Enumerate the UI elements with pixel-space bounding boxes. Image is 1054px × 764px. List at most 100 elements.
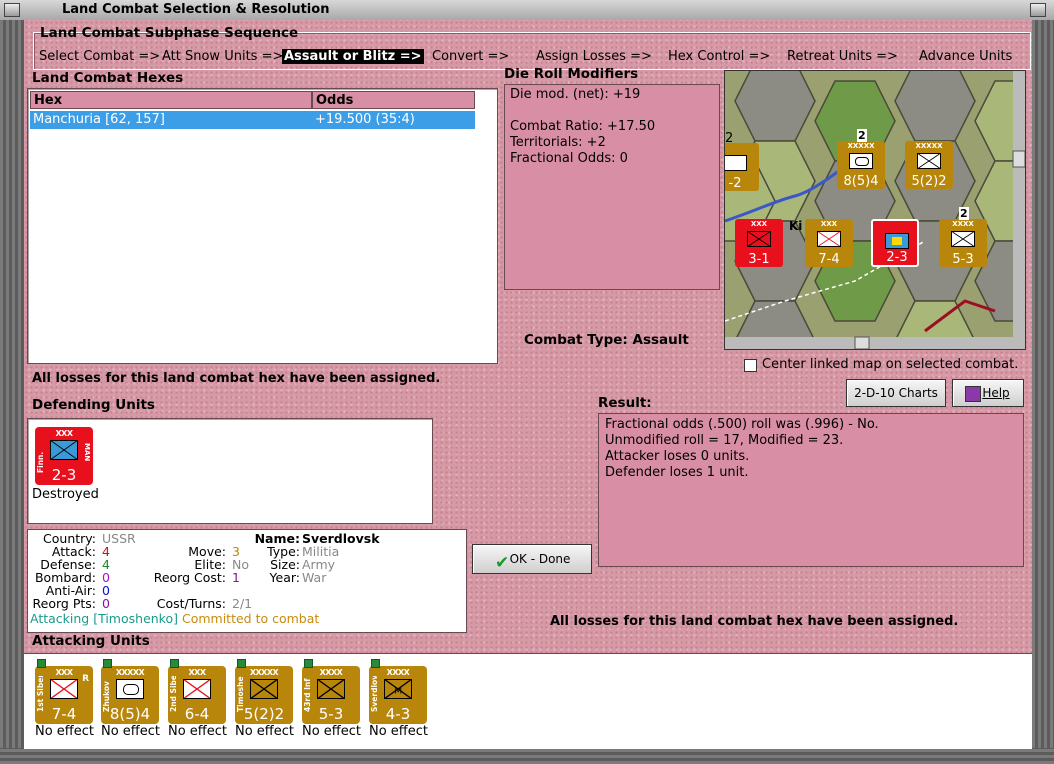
territorials: Territorials: +2 [510,135,606,150]
map-terrain [725,71,1025,349]
defending-unit-status: Destroyed [32,487,99,502]
map-unit-enemy[interactable]: XXX 3-1 [735,219,783,267]
unit-flag [237,659,246,668]
check-icon: ✔ [495,553,510,573]
ok-done-label: OK - Done [509,552,571,566]
armor-symbol [116,679,144,699]
die-roll-modifiers-title: Die Roll Modifiers [504,66,639,82]
close-button[interactable] [1030,3,1046,17]
map-unit-43rd-inf[interactable]: XXXX 5-3 [939,219,987,267]
window-frame-right [1032,20,1054,764]
dialog-panel: Land Combat Subphase Sequence Select Com… [24,20,1032,749]
linked-map[interactable]: Ki 2 -2 XXXXX 8(5)4 XXXXX 5(2)2 XXX 3-1 … [724,70,1026,350]
info-year: War [302,570,327,585]
window-title: Land Combat Selection & Resolution [62,2,330,17]
defending-units-box: XXX Finn. MAN 2-3 Destroyed [27,418,433,524]
militia-symbol [50,440,78,460]
unit-flag [304,659,313,668]
die-mod-spacer [510,103,714,119]
combat-ratio: Combat Ratio: +17.50 [510,119,656,134]
map-unit-strength: 5(2)2 [911,174,947,189]
center-map-checkbox[interactable] [744,359,757,372]
die-mod-net: Die mod. (net): +19 [510,87,641,102]
seq-assign-losses: Assign Losses => [536,49,652,64]
window-frame-left [0,20,24,764]
combat-type-value: Assault [632,332,689,348]
attacking-units-title: Attacking Units [32,633,150,649]
result-box: Fractional odds (.500) roll was (.996) -… [598,413,1024,567]
explosion-icon [885,233,909,249]
militia-symbol: M [384,679,412,699]
result-line: Defender loses 1 unit. [605,465,749,480]
unit-flag [170,659,179,668]
unit-flag [37,659,46,668]
attacking-unit-43rd-inf[interactable]: XXXX 43rd Inf 5-3 [302,659,360,724]
result-line: Fractional odds (.500) roll was (.996) -… [605,417,879,432]
info-attacking: Attacking [Timoshenko] [30,611,178,626]
land-combat-hexes-title: Land Combat Hexes [32,70,184,86]
attacking-unit-zhukov[interactable]: XXXXX Zhukov 8(5)4 [101,659,159,724]
info-reorg-pts: 0 [102,596,110,611]
seq-hex-control: Hex Control => [668,49,771,64]
defending-unit[interactable]: XXX Finn. MAN 2-3 [35,427,93,485]
hex-cell: Manchuria [62, 157] [33,112,165,127]
unit-flag [371,659,380,668]
map-unit-strength: 8(5)4 [843,174,879,189]
column-header-hex[interactable]: Hex [30,91,312,109]
map-unit-strength: 3-1 [748,252,770,267]
info-status-line: Attacking [Timoshenko] Committed to comb… [30,612,319,625]
attacking-unit-2nd-siberian[interactable]: XXX 2nd Siberian 6-4 [168,659,226,724]
table-row[interactable]: Manchuria [62, 157] +19.500 (35:4) [30,111,475,129]
attacking-unit-1st-siberian[interactable]: XXX R 1st Siberian 7-4 [35,659,93,724]
ok-done-button[interactable]: ✔ OK - Done [472,544,592,574]
combat-hexes-table[interactable]: Hex Odds Manchuria [62, 157] +19.500 (35… [27,88,498,364]
combat-type-label: Combat Type: [524,332,628,348]
map-place-label: Ki [789,219,803,233]
result-line: Unmodified roll = 17, Modified = 23. [605,433,844,448]
system-menu-button[interactable] [4,3,20,17]
odds-cell: +19.500 (35:4) [315,112,415,127]
map-unit-1st-siberian[interactable]: XXX 7-4 [805,219,853,267]
info-committed: Committed to combat [181,611,320,626]
infantry-symbol [951,231,975,247]
attacking-units-box: XXX R 1st Siberian 7-4 No effect XXXXX Z… [24,653,1032,749]
window-frame-bottom [0,748,1054,764]
help-button[interactable]: Help [952,379,1024,407]
attacking-unit-timoshenko[interactable]: XXXXX Timoshenko 5(2)2 [235,659,293,724]
unit-info-panel: Country: USSR Attack: 4 Defense: 4 Bomba… [27,529,467,633]
seq-convert: Convert => [432,49,510,64]
result-line: Attacker loses 0 units. [605,449,750,464]
map-stack-count: 2 [857,129,867,142]
unit-flag [103,659,112,668]
attacking-unit-status: No effect [101,724,161,739]
map-unit-timoshenko[interactable]: XXXXX 5(2)2 [905,141,953,189]
attacking-unit-sverdlovsk[interactable]: XXXX Sverdlovsk M 4-3 [369,659,427,724]
fractional-odds: Fractional Odds: 0 [510,151,628,166]
help-button-label: Help [982,386,1010,400]
map-unit-zhukov[interactable]: XXXXX 8(5)4 [837,141,885,189]
map-unit-strength: 7-4 [818,252,840,267]
attacking-unit-status: No effect [302,724,362,739]
column-header-odds[interactable]: Odds [312,91,475,109]
unit-mark: MAN [83,443,91,462]
svg-text:M: M [394,687,402,697]
infantry-symbol [917,153,941,169]
info-reorg-cost: 1 [232,570,240,585]
seq-assault-or-blitz: Assault or Blitz => [282,49,424,64]
combat-type: Combat Type: Assault [524,332,689,348]
center-map-label: Center linked map on selected combat. [762,357,1019,372]
infantry-symbol [817,231,841,247]
seq-retreat-units: Retreat Units => [787,49,898,64]
map-unit-target[interactable]: 2-3 [871,219,919,267]
help-book-icon [965,386,981,402]
charts-button[interactable]: 2-D-10 Charts [846,379,946,407]
map-unit[interactable]: -2 [725,143,759,191]
attacking-unit-status: No effect [235,724,295,739]
armor-symbol [849,153,873,169]
subphase-sequence-title: Land Combat Subphase Sequence [40,25,299,41]
result-title: Result: [598,395,652,411]
infantry-symbol [183,679,211,699]
seq-select-combat: Select Combat => [39,49,161,64]
infantry-symbol [250,679,278,699]
seq-advance-units: Advance Units [919,49,1013,64]
